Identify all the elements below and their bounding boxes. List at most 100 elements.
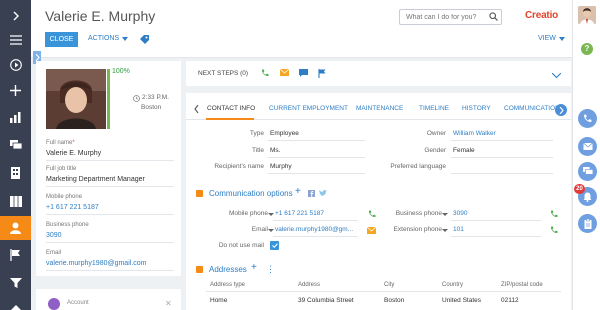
chat-panel-button[interactable]: [578, 162, 597, 181]
communication-options-title[interactable]: Communication options: [209, 189, 293, 198]
caret-down-icon[interactable]: [268, 213, 274, 216]
next-steps-bar: NEXT STEPS (0): [186, 61, 571, 86]
column-header[interactable]: ZIP/postal code: [501, 282, 543, 288]
view-button[interactable]: VIEW: [538, 35, 565, 42]
search-icon[interactable]: [489, 12, 498, 23]
add-address-button[interactable]: +: [251, 262, 257, 273]
email-icon[interactable]: [279, 68, 290, 78]
tab-current-employment[interactable]: CURRENT EMPLOYMENT: [269, 105, 348, 112]
preferred-language-label: Preferred language: [390, 163, 446, 170]
contact-photo[interactable]: [46, 69, 106, 129]
command-search-input[interactable]: [399, 9, 502, 25]
field-value: Valerie E. Murphy: [46, 150, 174, 161]
chevron-down-icon[interactable]: [551, 72, 562, 80]
recipient-name-value[interactable]: Murphy: [270, 163, 292, 170]
tab-history[interactable]: HISTORY: [462, 105, 491, 112]
chat-icon[interactable]: [299, 69, 308, 79]
chat-icon[interactable]: [0, 133, 31, 157]
account-card: Account ✕: [36, 289, 181, 310]
do-not-use-mail-checkbox[interactable]: [270, 241, 279, 250]
field-value[interactable]: 3090: [46, 232, 174, 243]
twitter-icon[interactable]: [319, 190, 327, 199]
actions-label: ACTIONS: [88, 35, 120, 42]
caret-down-icon[interactable]: [442, 229, 448, 232]
section-collapse-icon[interactable]: [196, 266, 203, 273]
country-cell: United States: [442, 297, 482, 304]
help-button[interactable]: ?: [581, 43, 593, 55]
owner-value[interactable]: William Walker: [453, 130, 496, 137]
chevron-right-icon: [35, 54, 40, 61]
business-phone-field[interactable]: Business phone 3090: [46, 222, 174, 243]
column-header[interactable]: Address: [298, 282, 320, 288]
chevron-left-icon[interactable]: [194, 104, 199, 115]
type-value[interactable]: Employee: [270, 130, 299, 137]
tab-maintenance[interactable]: MAINTENANCE: [356, 105, 403, 112]
plus-icon[interactable]: [0, 78, 31, 102]
tasks-panel-button[interactable]: [578, 214, 597, 233]
actions-button[interactable]: ACTIONS: [88, 35, 129, 42]
page-title: Valerie E. Murphy: [45, 8, 156, 24]
tab-contact-info[interactable]: CONTACT INFO: [207, 105, 255, 112]
business-phone-value[interactable]: 3090: [453, 210, 467, 217]
active-tab-indicator: [206, 118, 254, 120]
extension-phone-value[interactable]: 101: [453, 226, 464, 233]
chevron-right-icon: [559, 106, 564, 114]
field-label: Full job title: [46, 166, 77, 172]
dashboard-icon[interactable]: [0, 105, 31, 129]
accounts-icon[interactable]: [0, 189, 31, 213]
menu-icon[interactable]: [0, 28, 31, 52]
type-label: Type: [249, 130, 264, 137]
profile-completeness: 100%: [112, 68, 130, 75]
add-communication-button[interactable]: +: [295, 186, 301, 197]
column-header[interactable]: City: [384, 282, 394, 288]
mobile-phone-field[interactable]: Mobile phone +1 617 221 5187: [46, 194, 174, 215]
expand-chevron-icon[interactable]: [0, 4, 31, 28]
more-options-icon[interactable]: ⋮: [266, 264, 275, 275]
column-header[interactable]: Address type: [210, 282, 245, 288]
scroll-tabs-right-button[interactable]: [555, 104, 567, 116]
field-value[interactable]: +1 617 221 5187: [46, 204, 174, 215]
call-business-icon[interactable]: [550, 210, 558, 220]
contact-profile-card: 100% 2:33 P.M. Boston Full name* Valerie…: [36, 61, 181, 276]
field-value[interactable]: valerie.murphy1980@gmail.com: [46, 260, 174, 271]
email-panel-button[interactable]: [578, 137, 597, 156]
chat-icon: [582, 167, 593, 175]
building-icon[interactable]: [0, 161, 31, 185]
page-header: Valerie E. Murphy Creatio CLOSE ACTIONS …: [31, 0, 572, 58]
phone-icon[interactable]: [261, 69, 269, 79]
full-name-field[interactable]: Full name* Valerie E. Murphy: [46, 140, 174, 161]
tab-timeline[interactable]: TIMELINE: [419, 105, 449, 112]
close-button[interactable]: CLOSE: [45, 32, 78, 47]
filter-icon[interactable]: [0, 271, 31, 295]
address-type-cell: Home: [210, 297, 228, 304]
call-extension-icon[interactable]: [550, 226, 558, 236]
title-value[interactable]: Ms.: [270, 147, 280, 154]
user-avatar[interactable]: [578, 6, 596, 24]
left-navigation: [0, 0, 31, 310]
addresses-title[interactable]: Addresses: [209, 265, 247, 274]
gender-value[interactable]: Female: [453, 147, 475, 154]
play-icon[interactable]: [0, 53, 31, 77]
caret-down-icon[interactable]: [442, 213, 448, 216]
email-field[interactable]: Email valerie.murphy1980@gmail.com: [46, 250, 174, 271]
flag-icon[interactable]: [0, 243, 31, 267]
send-email-icon[interactable]: [366, 226, 377, 236]
call-panel-button[interactable]: [578, 109, 597, 128]
call-mobile-icon[interactable]: [368, 210, 376, 220]
close-icon[interactable]: ✕: [165, 299, 172, 308]
extension-phone-label: Extension phone: [393, 226, 442, 233]
facebook-icon[interactable]: [308, 190, 315, 199]
view-label: VIEW: [538, 35, 556, 42]
contacts-icon[interactable]: [0, 216, 31, 240]
address-cell: 39 Columbia Street: [298, 297, 354, 304]
email-value[interactable]: valerie.murphy1980@gm...: [275, 226, 353, 233]
tag-icon[interactable]: [140, 35, 149, 46]
job-title-field[interactable]: Full job title Marketing Department Mana…: [46, 166, 174, 187]
section-collapse-icon[interactable]: [196, 190, 203, 197]
email-icon: [582, 143, 593, 150]
more-icon[interactable]: [0, 296, 31, 310]
caret-down-icon[interactable]: [268, 229, 274, 232]
column-header[interactable]: Country: [442, 282, 463, 288]
flag-icon[interactable]: [318, 69, 326, 80]
mobile-phone-value[interactable]: +1 617 221 5187: [275, 210, 324, 217]
